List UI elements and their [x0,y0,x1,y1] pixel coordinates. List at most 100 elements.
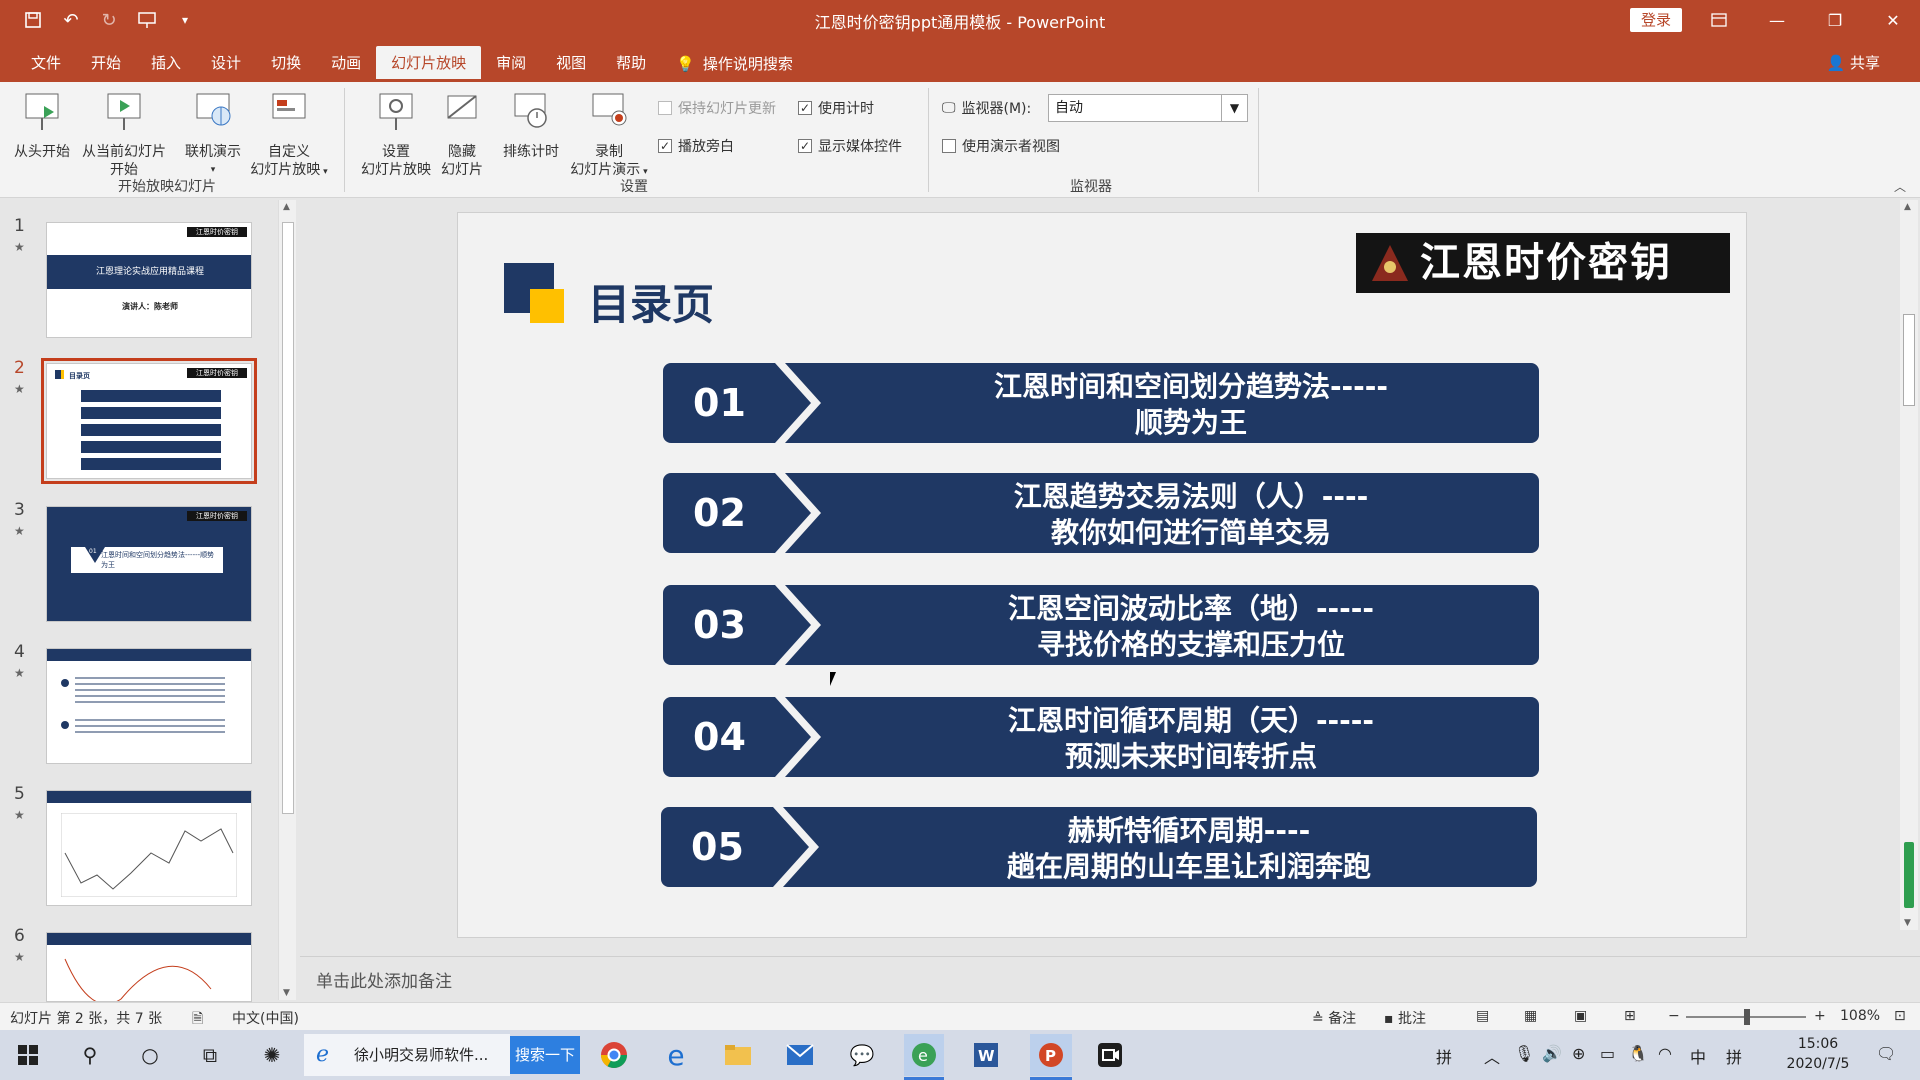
normal-view-icon[interactable]: ▤ [1476,1008,1489,1024]
mail-icon[interactable] [784,1039,816,1071]
chrome-icon[interactable] [598,1039,630,1071]
green-app-icon[interactable]: e [904,1034,944,1076]
zoom-level[interactable]: 108% [1840,1008,1880,1024]
scroll-up-icon[interactable]: ▲ [1904,202,1911,212]
ime-language-indicator[interactable]: 中 [1690,1044,1706,1068]
slide-thumbnail-5[interactable] [46,790,252,906]
brand-banner[interactable]: 江恩时价密钥 [1356,233,1730,293]
tab-design[interactable]: 设计 [196,46,256,82]
from-current-button[interactable]: 从当前幻灯片 开始 [76,90,172,179]
cortana-icon[interactable]: ○ [134,1039,166,1071]
tab-view[interactable]: 视图 [541,46,601,82]
tab-help[interactable]: 帮助 [601,46,661,82]
zoom-in-icon[interactable]: + [1814,1008,1826,1024]
rehearse-timings-button[interactable]: 排练计时 [496,90,566,161]
battery-icon[interactable]: ▭ [1600,1044,1615,1063]
custom-show-button[interactable]: 自定义 幻灯片放映 ▾ [246,90,332,181]
comments-toggle-button[interactable]: ▪ 批注 [1384,1008,1426,1028]
fit-to-window-icon[interactable]: ⊡ [1894,1008,1906,1024]
play-narrations-checkbox[interactable]: ✓ 播放旁白 [658,136,734,156]
zoom-slider-handle[interactable] [1744,1009,1750,1025]
search-icon[interactable]: ⚲ [74,1039,106,1071]
ime-mode-indicator[interactable]: 拼 [1726,1044,1742,1068]
thumbnail-scrollbar[interactable]: ▲ ▼ [278,200,296,1000]
scroll-up-icon[interactable]: ▲ [283,202,290,212]
camera-app-icon[interactable] [1094,1039,1126,1071]
chevron-down-icon[interactable]: ▼ [1221,95,1247,121]
file-explorer-icon[interactable] [722,1039,754,1071]
login-button[interactable]: 登录 [1630,8,1682,32]
tab-slideshow[interactable]: 幻灯片放映 [376,46,482,82]
present-online-button[interactable]: 联机演示 ▾ [180,90,246,179]
setup-show-button[interactable]: 设置 幻灯片放映 [356,90,436,179]
share-button[interactable]: 👤 共享 [1827,52,1880,73]
microphone-icon[interactable]: 🎙 [1514,1044,1534,1063]
restore-icon[interactable]: ❐ [1806,6,1864,34]
scroll-down-icon[interactable]: ▼ [1904,918,1911,928]
show-media-controls-checkbox[interactable]: ✓ 显示媒体控件 [798,136,902,156]
toc-item-3[interactable]: 03 江恩空间波动比率（地）----- 寻找价格的支撑和压力位 [663,585,1539,665]
tab-insert[interactable]: 插入 [136,46,196,82]
slide-title[interactable]: 目录页 [588,271,714,332]
slideshow-view-icon[interactable]: ⊞ [1624,1008,1636,1024]
language-indicator[interactable]: 中文(中国) [232,1008,299,1028]
from-beginning-button[interactable]: 从头开始 [10,90,74,161]
zoom-out-icon[interactable]: − [1668,1008,1680,1024]
qq-icon[interactable]: 🐧 [1628,1044,1648,1063]
use-timings-checkbox[interactable]: ✓ 使用计时 [798,98,874,118]
tab-transitions[interactable]: 切换 [256,46,316,82]
tab-review[interactable]: 审阅 [481,46,541,82]
spellcheck-icon[interactable]: 🗎 [192,1008,203,1032]
slide-thumbnail-4[interactable] [46,648,252,764]
scroll-thumb[interactable] [1903,314,1915,406]
slide-sorter-icon[interactable]: ▦ [1524,1008,1537,1024]
chevron-up-icon[interactable]: ︿ [1484,1044,1500,1068]
slide-thumbnail-2[interactable]: 江恩时价密钥 目录页 [41,358,257,484]
reading-view-icon[interactable]: ▣ [1574,1008,1587,1024]
tab-animations[interactable]: 动画 [316,46,376,82]
word-icon[interactable]: W [970,1039,1002,1071]
slide-thumbnail-1[interactable]: 江恩时价密钥 江恩理论实战应用精品课程 演讲人：陈老师 [46,222,252,338]
slide-thumbnail-6[interactable] [46,932,252,1002]
hide-slide-button[interactable]: 隐藏 幻灯片 [436,90,488,179]
tab-file[interactable]: 文件 [16,46,76,82]
ime-indicator[interactable]: 拼 [1436,1044,1452,1068]
slide-canvas[interactable]: 目录页 江恩时价密钥 01 江恩时间和空间划分趋势法----- 顺势为王 02 … [457,212,1747,938]
notification-icon[interactable]: 🗨 [1876,1044,1896,1063]
slide-thumbnail-3[interactable]: 江恩时价密钥 江恩时间和空间划分趋势法------顺势为王 01 [46,506,252,622]
toc-item-1[interactable]: 01 江恩时间和空间划分趋势法----- 顺势为王 [663,363,1539,443]
chevron-right-icon [775,585,821,665]
powerpoint-icon[interactable]: P [1030,1034,1072,1076]
toc-item-4[interactable]: 04 江恩时间循环周期（天）----- 预测未来时间转折点 [663,697,1539,777]
wifi-icon[interactable]: ◠ [1658,1044,1672,1063]
scroll-down-icon[interactable]: ▼ [283,988,290,998]
scroll-thumb[interactable] [282,222,294,814]
volume-icon[interactable]: 🔊 [1542,1044,1562,1063]
windows-start-icon[interactable] [12,1039,44,1071]
tell-me-search[interactable]: 💡 操作说明搜索 [661,46,808,82]
keep-slides-updated-checkbox[interactable]: 保持幻灯片更新 [658,98,776,118]
record-show-button[interactable]: 录制 幻灯片演示 ▾ [566,90,652,181]
task-view-icon[interactable]: ⧉ [194,1039,226,1071]
taskbar-search-box[interactable]: ℯ 徐小明交易师软件... [304,1034,510,1076]
timer-icon [514,93,547,128]
collapse-ribbon-icon[interactable]: ︿ [1894,178,1906,195]
ribbon-display-icon[interactable] [1690,6,1748,34]
close-icon[interactable]: ✕ [1864,6,1920,34]
wechat-icon[interactable]: 💬 [846,1039,878,1071]
app-swirl-icon[interactable]: ✺ [256,1039,288,1071]
presenter-view-checkbox[interactable]: 使用演示者视图 [942,136,1060,156]
monitor-select[interactable]: 自动 ▼ [1048,94,1248,122]
system-clock[interactable]: 15:06 2020/7/5 [1778,1034,1858,1074]
slide-scrollbar[interactable]: ▲ ▼ [1900,200,1918,930]
pyramid-icon [1372,245,1408,281]
tab-home[interactable]: 开始 [76,46,136,82]
tray-app-icon[interactable]: ⊕ [1572,1044,1585,1063]
notes-toggle-button[interactable]: ≜ 备注 [1312,1008,1356,1028]
notes-pane[interactable]: 单击此处添加备注 [300,956,1920,1002]
minimize-icon[interactable]: — [1748,6,1806,34]
edge-icon[interactable]: e [660,1039,692,1072]
toc-item-5[interactable]: 05 赫斯特循环周期---- 趟在周期的山车里让利润奔跑 [661,807,1537,887]
toc-item-2[interactable]: 02 江恩趋势交易法则（人）---- 教你如何进行简单交易 [663,473,1539,553]
taskbar-search-button[interactable]: 搜索一下 [510,1036,580,1074]
